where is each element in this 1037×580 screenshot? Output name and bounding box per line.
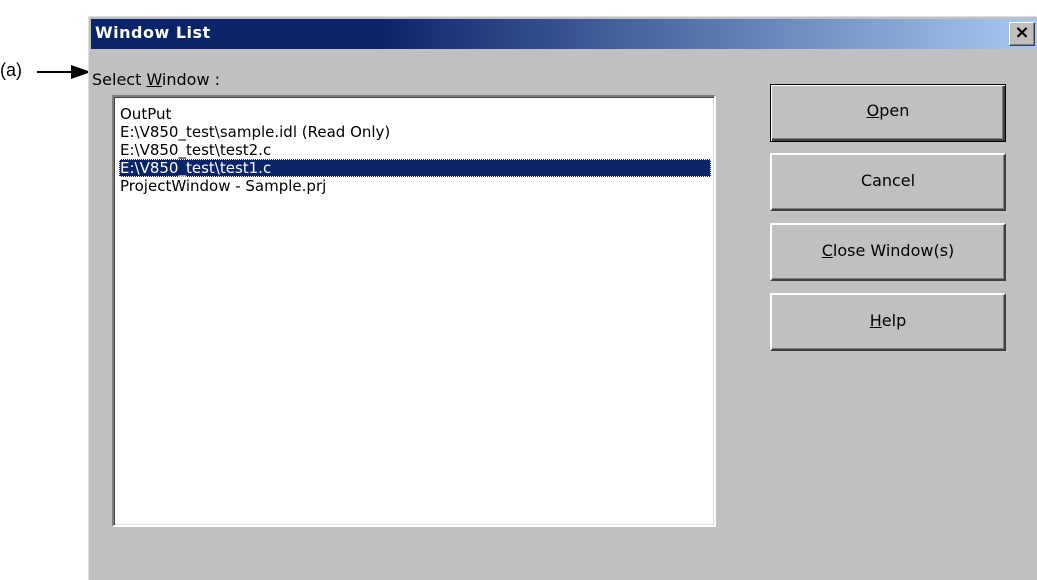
window-list-item[interactable]: E:\V850_test\test2.c [119,141,711,159]
help-button-label: elp [881,311,907,330]
close-windows-button-access-key: C [821,241,833,260]
window-listbox[interactable]: OutPut E:\V850_test\sample.idl (Read Only… [112,95,716,527]
window-list-item[interactable]: E:\V850_test\test1.c [119,159,711,177]
cancel-button-label: Cancel [860,171,916,190]
help-button[interactable]: Help [770,293,1006,351]
select-label-suffix: indow : [161,70,221,89]
callout-label: (a) [0,60,22,80]
close-button[interactable]: × [1009,22,1035,46]
close-windows-button-label: lose Window(s) [832,241,955,260]
title-bar[interactable]: Window List × [91,19,1037,49]
select-window-label: Select Window : [92,70,220,89]
cancel-button[interactable]: Cancel [770,153,1006,211]
window-list-item[interactable]: ProjectWindow - Sample.prj [119,177,711,195]
open-button[interactable]: Open [770,84,1006,142]
close-windows-button[interactable]: Close Window(s) [770,223,1006,281]
screenshot-root: (a) Window List × Select Window : OutPut… [0,0,1037,580]
select-label-access-key: W [146,70,162,89]
help-button-access-key: H [869,311,882,330]
callout-arrow-icon [37,65,91,79]
open-button-access-key: O [866,101,880,120]
dialog-title: Window List [95,23,211,42]
window-list-item[interactable]: E:\V850_test\sample.idl (Read Only) [119,123,711,141]
window-list-dialog: Window List × Select Window : OutPut E:\V… [88,16,1037,580]
select-label-prefix: Select [92,70,147,89]
close-icon: × [1014,22,1030,43]
window-list-items: OutPut E:\V850_test\sample.idl (Read Only… [114,97,714,195]
window-list-item[interactable]: OutPut [119,105,711,123]
open-button-label: pen [879,101,910,120]
